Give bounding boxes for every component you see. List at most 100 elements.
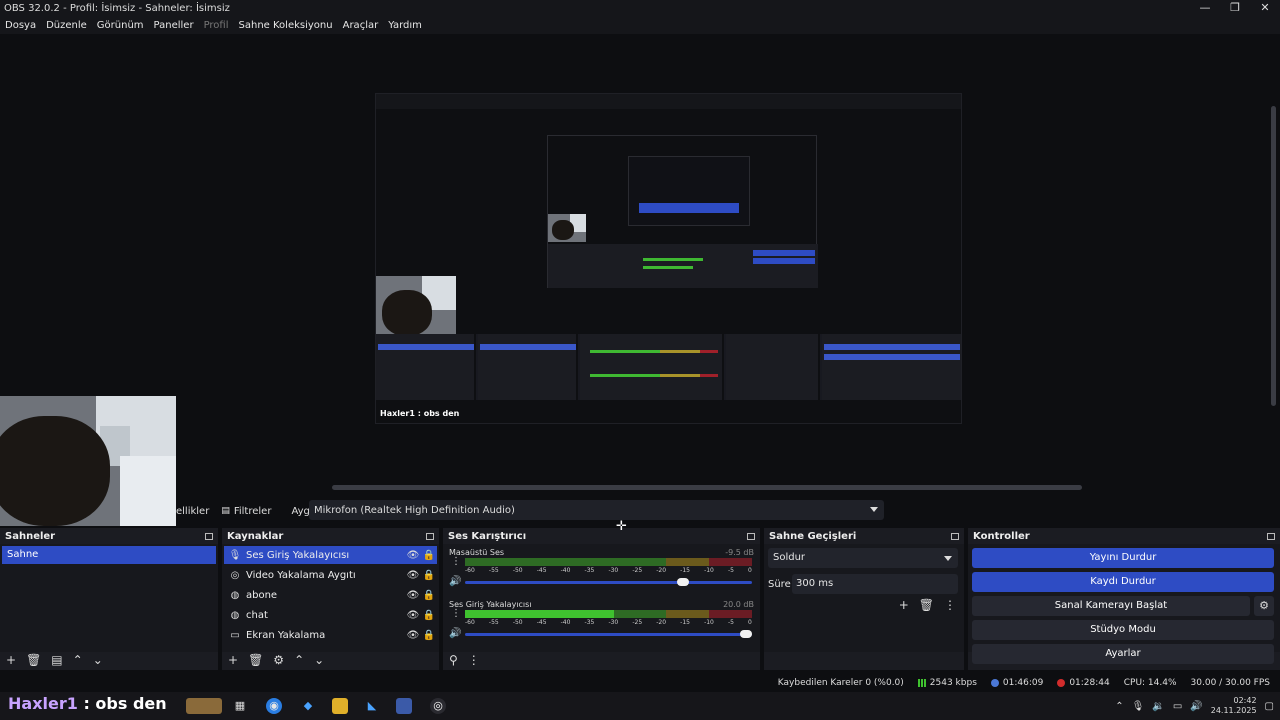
- filter-icon[interactable]: ▤: [51, 654, 62, 666]
- settings-button[interactable]: Ayarlar: [972, 644, 1274, 664]
- vscode-icon[interactable]: ◣: [364, 698, 380, 714]
- source-item[interactable]: ▭ Ekran Yakalama 👁 🔒: [224, 626, 437, 644]
- more-options-icon[interactable]: ⋮: [451, 556, 461, 567]
- lock-icon[interactable]: 🔒: [421, 630, 437, 641]
- arrow-down-icon[interactable]: ⌄: [93, 654, 103, 666]
- volume-icon[interactable]: 🔊: [1190, 701, 1202, 712]
- transition-select[interactable]: Soldur: [768, 548, 958, 568]
- lock-icon[interactable]: 🔒: [421, 570, 437, 581]
- menu-view[interactable]: Görünüm: [97, 20, 144, 31]
- maximize-button[interactable]: ❐: [1220, 0, 1250, 16]
- preview-horizontal-scrollbar[interactable]: [332, 485, 1082, 490]
- task-view-icon[interactable]: ▦: [232, 698, 248, 714]
- menu-tools[interactable]: Araçlar: [343, 20, 379, 31]
- filters-button[interactable]: ▤ Filtreler: [221, 506, 271, 517]
- meter-tick-label: -10: [704, 567, 714, 574]
- window-title: OBS 32.0.2 - Profil: İsimsiz - Sahneler:…: [4, 2, 230, 14]
- undock-icon[interactable]: [1267, 532, 1275, 540]
- meter-tick-label: -10: [704, 619, 714, 626]
- arrow-up-icon[interactable]: ⌃: [73, 654, 83, 666]
- volume-slider-handle[interactable]: [740, 630, 752, 638]
- duration-input[interactable]: 300 ms: [792, 574, 958, 594]
- eye-icon[interactable]: 👁: [405, 630, 421, 641]
- app-icon[interactable]: ◆: [300, 698, 316, 714]
- menu-edit[interactable]: Düzenle: [46, 20, 87, 31]
- stop-streaming-button[interactable]: Yayını Durdur: [972, 548, 1274, 568]
- source-item[interactable]: ◍ chat 👁 🔒: [224, 606, 437, 624]
- stop-recording-button[interactable]: Kaydı Durdur: [972, 572, 1274, 592]
- filter-icon: ▤: [221, 506, 230, 516]
- device-select-value: Mikrofon (Realtek High Definition Audio): [314, 504, 515, 516]
- menu-file[interactable]: Dosya: [5, 20, 36, 31]
- nested-meter: [643, 258, 703, 261]
- link-icon[interactable]: ⚲: [449, 654, 458, 666]
- volume-slider[interactable]: [465, 630, 752, 638]
- trash-icon[interactable]: 🗑: [919, 598, 934, 612]
- trash-icon[interactable]: 🗑: [248, 654, 263, 666]
- gear-icon[interactable]: ⚙: [273, 654, 284, 666]
- arrow-down-icon[interactable]: ⌄: [314, 654, 324, 666]
- more-options-icon[interactable]: ⋮: [451, 608, 461, 619]
- transition-value: Soldur: [773, 552, 806, 563]
- duration-value: 300 ms: [796, 578, 834, 589]
- stream-time-item: 01:46:09: [990, 678, 1043, 688]
- eye-icon[interactable]: 👁: [405, 610, 421, 621]
- bitrate-item: 2543 kbps: [917, 678, 977, 688]
- source-item[interactable]: ◍ abone 👁 🔒: [224, 586, 437, 604]
- volume-slider[interactable]: [465, 578, 752, 586]
- chevron-up-icon[interactable]: ⌃: [1115, 701, 1123, 712]
- source-item[interactable]: ◎ Video Yakalama Aygıtı 👁 🔒: [224, 566, 437, 584]
- menu-docks[interactable]: Paneller: [154, 20, 194, 31]
- eye-icon[interactable]: 👁: [405, 570, 421, 581]
- network-icon[interactable]: ▭: [1173, 701, 1182, 712]
- studio-mode-button[interactable]: Stüdyo Modu: [972, 620, 1274, 640]
- undock-icon[interactable]: [205, 532, 213, 540]
- start-virtual-camera-button[interactable]: Sanal Kamerayı Başlat: [972, 596, 1250, 616]
- meter-tick-label: -5: [727, 567, 734, 574]
- app-icon[interactable]: [396, 698, 412, 714]
- gear-icon[interactable]: ⚙: [1254, 596, 1274, 616]
- notifications-icon[interactable]: ▢: [1265, 701, 1274, 712]
- menu-help[interactable]: Yardım: [388, 20, 422, 31]
- obs-icon[interactable]: ◎: [430, 698, 446, 714]
- chrome-icon[interactable]: ◉: [266, 698, 282, 714]
- lock-icon[interactable]: 🔒: [421, 610, 437, 621]
- undock-icon[interactable]: [951, 532, 959, 540]
- folder-icon[interactable]: [332, 698, 348, 714]
- mic-icon[interactable]: 🎙: [1132, 701, 1145, 712]
- add-icon[interactable]: +: [228, 654, 238, 666]
- preview-vertical-scrollbar[interactable]: [1271, 106, 1276, 406]
- webcam-wall: [120, 456, 176, 526]
- close-button[interactable]: ✕: [1250, 0, 1280, 16]
- speaker-icon[interactable]: 🔉: [1152, 701, 1164, 712]
- trash-icon[interactable]: 🗑: [26, 654, 41, 666]
- lock-icon[interactable]: 🔒: [421, 590, 437, 601]
- volume-slider-handle[interactable]: [676, 578, 689, 586]
- widget-icon[interactable]: [186, 698, 222, 714]
- mixer-channels: Masaüstü Ses -9.5 dB ⋮ -60 -55 -50 -45 -40 -3…: [443, 544, 760, 652]
- sources-list: 🎙 Ses Giriş Yakalayıcısı 👁 🔒 ◎ Video Yak…: [222, 544, 439, 652]
- more-options-icon[interactable]: ⋮: [944, 598, 956, 612]
- speaker-icon[interactable]: 🔊: [449, 576, 461, 587]
- meter-tick-label: -20: [656, 567, 667, 574]
- speaker-icon[interactable]: 🔊: [449, 628, 461, 639]
- more-options-icon[interactable]: ⋮: [468, 654, 480, 666]
- minimize-button[interactable]: —: [1190, 0, 1220, 16]
- properties-button[interactable]: ellikler: [176, 506, 209, 517]
- meter-ticks: -60 -55 -50 -45 -40 -35 -30 -25 -20 -15 -10 -5 0: [465, 619, 752, 627]
- duration-row: Süre 300 ms: [768, 574, 958, 594]
- clock[interactable]: 02:42 24.11.2025: [1211, 696, 1257, 716]
- arrow-up-icon[interactable]: ⌃: [294, 654, 304, 666]
- lock-icon[interactable]: 🔒: [421, 550, 437, 561]
- add-icon[interactable]: +: [6, 654, 16, 666]
- undock-icon[interactable]: [747, 532, 755, 540]
- menu-scene-collection[interactable]: Sahne Koleksiyonu: [239, 20, 333, 31]
- eye-icon[interactable]: 👁: [405, 590, 421, 601]
- add-icon[interactable]: +: [899, 598, 909, 612]
- source-item[interactable]: 🎙 Ses Giriş Yakalayıcısı 👁 🔒: [224, 546, 437, 564]
- undock-icon[interactable]: [426, 532, 434, 540]
- eye-icon[interactable]: 👁: [405, 550, 421, 561]
- scene-item[interactable]: Sahne: [2, 546, 216, 564]
- menu-profile[interactable]: Profil: [204, 20, 229, 31]
- device-select[interactable]: Mikrofon (Realtek High Definition Audio): [309, 500, 884, 520]
